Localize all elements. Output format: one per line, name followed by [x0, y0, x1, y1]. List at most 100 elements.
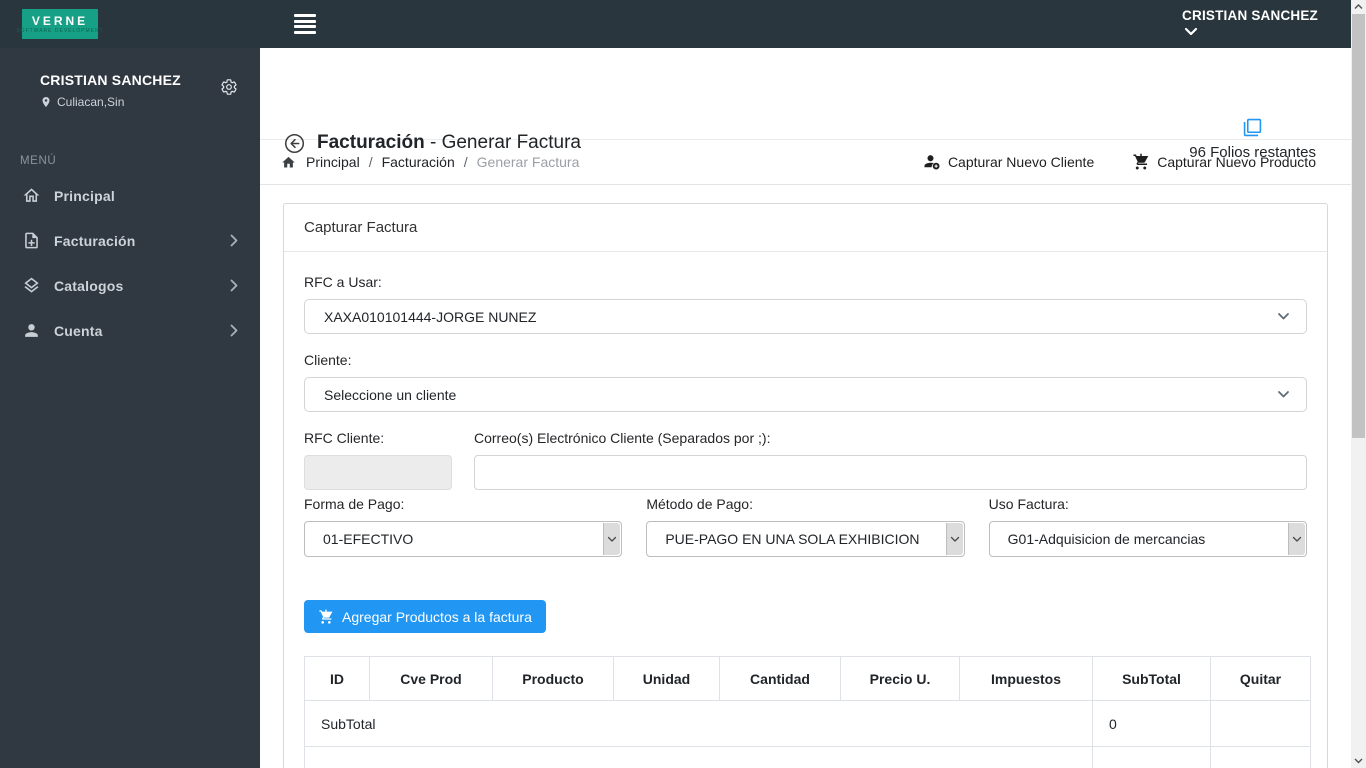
col-precio: Precio U. — [840, 656, 960, 701]
col-quitar: Quitar — [1210, 656, 1311, 701]
subtotal-label: SubTotal — [304, 700, 1093, 747]
home-icon[interactable] — [280, 155, 297, 170]
home-icon — [23, 188, 40, 202]
page-header: Facturación - Generar Factura 96 Folios … — [260, 48, 1366, 161]
client-rfc-label: RFC Cliente: — [304, 430, 385, 446]
sidebar: CRISTIAN SANCHEZ Culiacan,Sin MENÚ Princ… — [0, 48, 260, 768]
scroll-down-icon[interactable] — [1351, 754, 1366, 768]
sidebar-item-label: Cuenta — [54, 322, 103, 339]
invoice-use-label: Uso Factura: — [988, 496, 1069, 512]
subtotal-row: SubTotal 0 — [304, 700, 1311, 747]
col-cantidad: Cantidad — [719, 656, 841, 701]
rfc-select-value: XAXA010101444-JORGE NUNEZ — [324, 308, 537, 325]
page-title: Facturación - Generar Factura — [317, 132, 581, 153]
folios-text: 96 Folios restantes — [1189, 144, 1316, 161]
brand-logo[interactable]: VERNE SOFTWARE DEVELOPMENT — [16, 9, 103, 39]
location-pin-icon — [42, 97, 50, 107]
client-select-value: Seleccione un cliente — [324, 386, 457, 403]
chevron-down-icon — [1278, 313, 1289, 320]
add-products-label: Agregar Productos a la factura — [342, 608, 532, 625]
chevron-down-icon — [1292, 536, 1302, 542]
select-arrow — [603, 523, 621, 555]
breadcrumb-principal[interactable]: Principal — [306, 154, 360, 170]
select-arrow — [1287, 523, 1305, 555]
sidebar-user-name: CRISTIAN SANCHEZ — [40, 72, 181, 88]
sidebar-item-facturacion[interactable]: Facturación — [0, 218, 260, 263]
main-content: Facturación - Generar Factura 96 Folios … — [260, 48, 1366, 768]
table-row-partial — [304, 746, 1311, 768]
sidebar-user-panel: CRISTIAN SANCHEZ Culiacan,Sin — [0, 48, 260, 127]
client-email-label: Correo(s) Electrónico Cliente (Separados… — [474, 430, 771, 446]
scroll-up-icon[interactable] — [1351, 0, 1366, 14]
sidebar-item-catalogos[interactable]: Catalogos — [0, 263, 260, 308]
col-cve-prod: Cve Prod — [369, 656, 493, 701]
cart-add-icon — [1133, 153, 1149, 170]
layers-icon — [24, 277, 39, 293]
chevron-down-icon — [950, 536, 959, 542]
client-email-field[interactable] — [474, 455, 1307, 490]
back-arrow-icon[interactable] — [284, 133, 305, 154]
add-products-button[interactable]: Agregar Productos a la factura — [304, 600, 546, 633]
invoice-use-select[interactable]: G01-Adquisicion de mercancias — [988, 521, 1307, 557]
invoice-use-value: G01-Adquisicion de mercancias — [1007, 531, 1206, 547]
user-menu-name: CRISTIAN SANCHEZ — [1182, 8, 1318, 23]
card-title: Capturar Factura — [284, 204, 1327, 252]
invoice-add-icon — [25, 232, 38, 249]
col-unidad: Unidad — [613, 656, 720, 701]
sidebar-item-label: Facturación — [54, 232, 136, 249]
select-arrow — [945, 523, 963, 555]
user-icon — [25, 324, 38, 337]
copies-icon[interactable] — [1243, 118, 1262, 137]
brand-tagline: SOFTWARE DEVELOPMENT — [16, 27, 104, 34]
capture-invoice-card: Capturar Factura RFC a Usar: XAXA0101014… — [283, 203, 1328, 768]
user-menu[interactable]: CRISTIAN SANCHEZ — [1182, 8, 1318, 36]
rfc-label: RFC a Usar: — [304, 274, 382, 290]
sidebar-user-location: Culiacan,Sin — [57, 95, 125, 109]
cart-add-icon — [319, 609, 333, 624]
rfc-select[interactable]: XAXA010101444-JORGE NUNEZ — [304, 299, 1307, 334]
sidebar-menu-label: MENÚ — [20, 155, 57, 167]
chevron-down-icon — [1184, 27, 1198, 36]
breadcrumb: Principal / Facturación / Generar Factur… — [280, 154, 579, 170]
subtotal-value: 0 — [1092, 700, 1211, 747]
brand-name: VERNE — [31, 13, 89, 28]
new-client-label: Capturar Nuevo Cliente — [947, 154, 1095, 170]
payment-method-select[interactable]: PUE-PAGO EN UNA SOLA EXHIBICION — [646, 521, 965, 557]
chevron-down-icon — [1278, 391, 1289, 398]
sidebar-item-label: Principal — [54, 187, 115, 204]
col-id: ID — [304, 656, 370, 701]
chevron-right-icon — [230, 234, 238, 247]
payment-form-value: 01-EFECTIVO — [323, 531, 414, 547]
payment-form-select[interactable]: 01-EFECTIVO — [304, 521, 623, 557]
col-producto: Producto — [492, 656, 614, 701]
sidebar-item-principal[interactable]: Principal — [0, 173, 260, 218]
scrollbar-thumb[interactable] — [1352, 14, 1365, 438]
gear-icon[interactable] — [220, 78, 238, 96]
products-table: ID Cve Prod Producto Unidad Cantidad Pre… — [304, 656, 1311, 768]
client-rfc-field — [304, 455, 452, 490]
sidebar-item-cuenta[interactable]: Cuenta — [0, 308, 260, 353]
client-select[interactable]: Seleccione un cliente — [304, 377, 1307, 412]
col-impuestos: Impuestos — [959, 656, 1093, 701]
menu-toggle-icon[interactable] — [294, 14, 316, 34]
client-label: Cliente: — [304, 352, 352, 368]
payment-form-label: Forma de Pago: — [304, 496, 405, 512]
scrollbar[interactable] — [1351, 0, 1366, 768]
table-header-row: ID Cve Prod Producto Unidad Cantidad Pre… — [304, 656, 1311, 701]
app-window: VERNE SOFTWARE DEVELOPMENT CRISTIAN SANC… — [0, 0, 1366, 768]
subtotal-empty-cell — [1210, 700, 1311, 747]
person-add-icon — [924, 155, 940, 170]
payment-method-value: PUE-PAGO EN UNA SOLA EXHIBICION — [665, 531, 920, 547]
folios-counter: 96 Folios restantes — [1189, 118, 1316, 161]
sidebar-nav: Principal Facturación Catalogos Cuenta — [0, 173, 260, 353]
breadcrumb-facturacion[interactable]: Facturación — [382, 154, 455, 170]
chevron-right-icon — [230, 324, 238, 337]
new-client-link[interactable]: Capturar Nuevo Cliente — [923, 153, 1094, 171]
col-subtotal: SubTotal — [1092, 656, 1211, 701]
content-area: Capturar Factura RFC a Usar: XAXA0101014… — [260, 185, 1366, 768]
chevron-right-icon — [230, 279, 238, 292]
sidebar-item-label: Catalogos — [54, 277, 124, 294]
payment-method-label: Método de Pago: — [646, 496, 753, 512]
topbar: VERNE SOFTWARE DEVELOPMENT CRISTIAN SANC… — [0, 0, 1366, 48]
breadcrumb-current: Generar Factura — [476, 154, 580, 170]
